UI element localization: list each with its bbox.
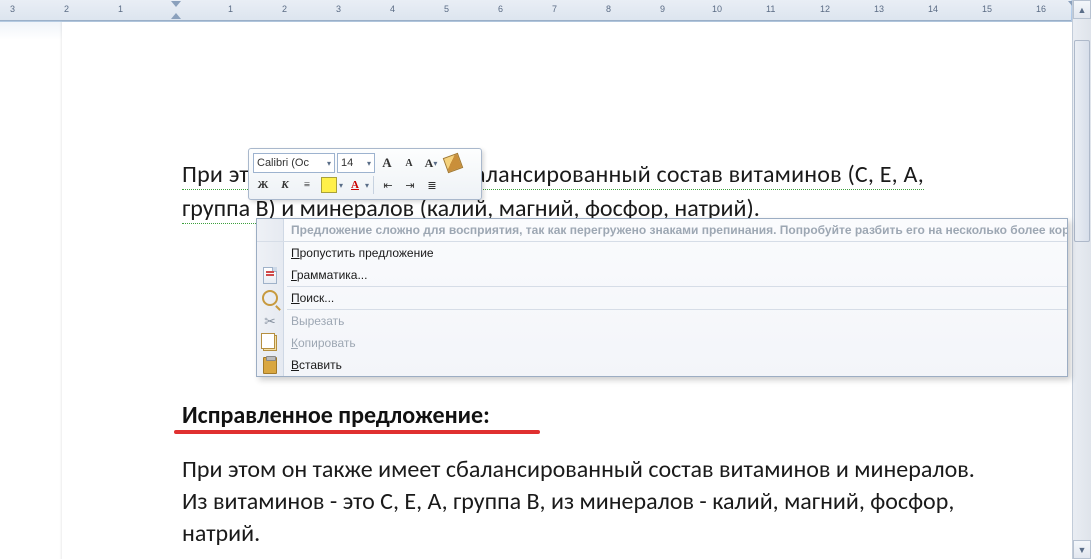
menu-label: оиск...: [300, 291, 335, 305]
ruler-tick: 1: [228, 4, 233, 14]
ruler-tick: 15: [982, 4, 992, 14]
menu-label: ропустить предложение: [300, 246, 434, 260]
bold-button[interactable]: Ж: [253, 175, 273, 195]
align-center-button[interactable]: ≡: [297, 175, 317, 195]
ruler-tick: 13: [874, 4, 884, 14]
chevron-down-icon[interactable]: ▾: [339, 181, 343, 190]
menu-copy: Копировать: [257, 332, 1067, 354]
ruler-tick: 2: [282, 4, 287, 14]
scroll-thumb[interactable]: [1074, 40, 1090, 242]
copy-icon: [261, 334, 279, 352]
font-size-value: 14: [341, 157, 353, 169]
word-editor-viewport: 3 2 1 1 2 3 4 5 6 7 8 9 10 11 12 13 14 1…: [0, 0, 1091, 559]
font-size-combo[interactable]: 14 ▾: [337, 153, 375, 173]
first-line-indent-marker[interactable]: [171, 1, 181, 7]
ruler-tick: 2: [64, 4, 69, 14]
menu-grammar[interactable]: Грамматика...: [257, 264, 1067, 286]
ruler-tick: 10: [712, 4, 722, 14]
grammar-suggestion-header: Предложение сложно для восприятия, так к…: [257, 219, 1067, 242]
font-color-button[interactable]: A: [345, 175, 365, 195]
mini-format-toolbar: Calibri (Ос ▾ 14 ▾ A A A▾ Ж К ≡ ▾ A ▾: [248, 148, 482, 200]
font-name-value: Calibri (Ос: [257, 157, 309, 169]
highlight-button[interactable]: [319, 175, 339, 195]
ruler-tick: 7: [552, 4, 557, 14]
menu-skip-sentence[interactable]: Пропустить предложение: [257, 242, 1067, 264]
left-indent-marker[interactable]: [171, 13, 181, 19]
decrease-indent-button[interactable]: ⇤: [378, 175, 398, 195]
paste-icon: [261, 356, 279, 374]
scroll-up-button[interactable]: ▲: [1073, 0, 1091, 19]
menu-cut: ✂ Вырезать: [257, 310, 1067, 332]
horizontal-ruler[interactable]: 3 2 1 1 2 3 4 5 6 7 8 9 10 11 12 13 14 1…: [0, 0, 1071, 21]
change-case-button[interactable]: A▾: [421, 153, 441, 173]
menu-label: рамматика...: [297, 268, 368, 282]
ruler-tick: 14: [928, 4, 938, 14]
menu-label: ставить: [299, 358, 342, 372]
grammar-context-menu: Предложение сложно для восприятия, так к…: [256, 218, 1068, 377]
chevron-down-icon: ▾: [327, 159, 331, 168]
separator: [373, 176, 374, 194]
ruler-tick: 8: [606, 4, 611, 14]
grammar-icon: [261, 266, 279, 284]
menu-paste[interactable]: Вставить: [257, 354, 1067, 376]
chevron-down-icon[interactable]: ▾: [365, 181, 369, 190]
ruler-tick: 1: [118, 4, 123, 14]
format-painter-icon: [443, 153, 464, 174]
vertical-scrollbar[interactable]: ▲ ▼: [1072, 0, 1091, 559]
ruler-tick: 9: [660, 4, 665, 14]
corrected-paragraph[interactable]: При этом он также имеет сбалансированный…: [182, 454, 992, 550]
bullets-button[interactable]: ≣: [422, 175, 442, 195]
menu-label: опировать: [298, 336, 356, 350]
ruler-tick: 16: [1036, 4, 1046, 14]
ruler-tick: 12: [820, 4, 830, 14]
scissors-icon: ✂: [261, 312, 279, 330]
annotation-underline: [174, 430, 540, 434]
ruler-tick: 3: [336, 4, 341, 14]
ruler-tick: 11: [766, 4, 775, 14]
shrink-font-button[interactable]: A: [399, 153, 419, 173]
ruler-tick: 4: [390, 4, 395, 14]
increase-indent-button[interactable]: ⇥: [400, 175, 420, 195]
grow-font-button[interactable]: A: [377, 153, 397, 173]
corrected-heading[interactable]: Исправленное предложение:: [182, 401, 490, 430]
menu-label: Вырезать: [291, 314, 344, 328]
format-painter-button[interactable]: [443, 153, 463, 173]
ruler-tick: 6: [498, 4, 503, 14]
italic-button[interactable]: К: [275, 175, 295, 195]
chevron-down-icon: ▾: [367, 159, 371, 168]
menu-search[interactable]: Поиск...: [257, 287, 1067, 309]
highlight-icon: [321, 177, 337, 193]
ruler-tick: 5: [444, 4, 449, 14]
ruler-tick: 3: [10, 4, 15, 14]
font-name-combo[interactable]: Calibri (Ос ▾: [253, 153, 335, 173]
scroll-down-button[interactable]: ▼: [1073, 540, 1091, 559]
search-icon: [261, 289, 279, 307]
